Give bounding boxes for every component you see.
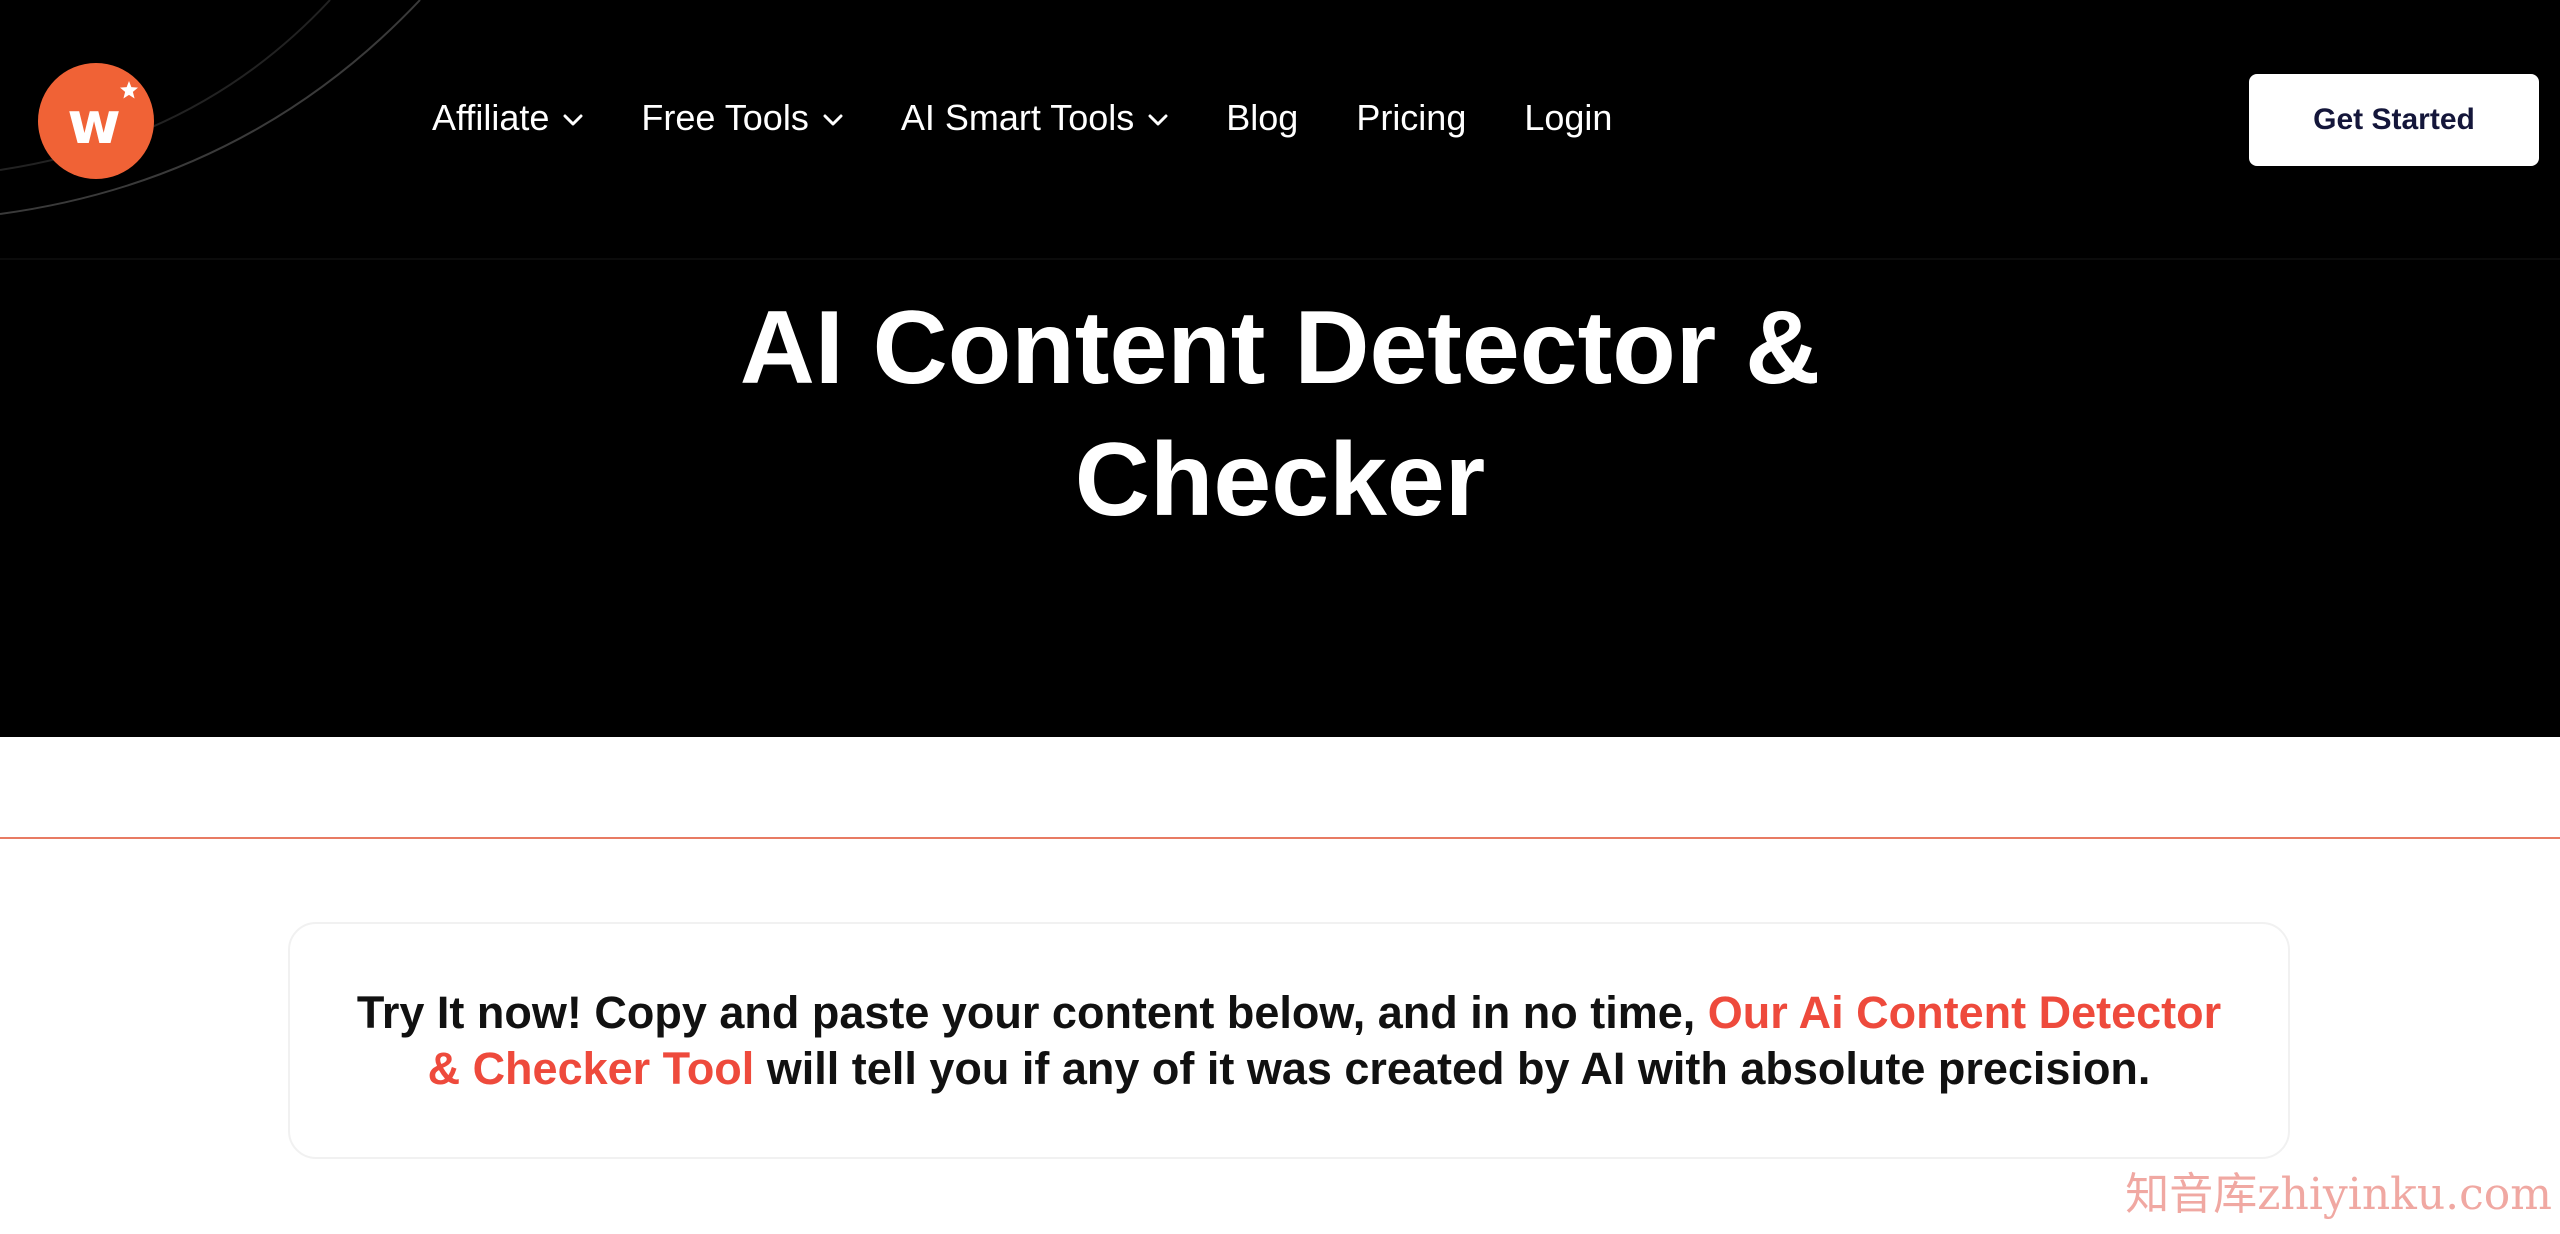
nav-item-pricing[interactable]: Pricing: [1356, 97, 1466, 139]
nav-item-label: Pricing: [1356, 97, 1467, 138]
get-started-button[interactable]: Get Started: [2249, 74, 2539, 166]
nav-item-label: Free Tools: [641, 97, 809, 138]
star-icon: [120, 81, 138, 99]
nav-item-label: Login: [1524, 97, 1613, 138]
nav-item-affiliate[interactable]: Affiliate: [432, 97, 583, 139]
chevron-down-icon: [563, 114, 583, 126]
header-divider: [0, 258, 2560, 260]
nav-item-login[interactable]: Login: [1524, 97, 1612, 139]
nav-item-label: Affiliate: [432, 97, 550, 138]
chevron-down-icon: [823, 114, 843, 126]
intro-text: Try It now! Copy and paste your content …: [336, 985, 2242, 1097]
intro-card: Try It now! Copy and paste your content …: [288, 922, 2290, 1159]
nav-item-blog[interactable]: Blog: [1226, 97, 1298, 139]
nav-item-label: AI Smart Tools: [900, 97, 1135, 138]
chevron-down-icon: [1148, 114, 1168, 126]
logo-letter: w: [67, 89, 121, 157]
page-title-line-1: AI Content Detector &: [739, 290, 1821, 406]
nav-item-label: Blog: [1226, 97, 1299, 138]
nav-item-free-tools[interactable]: Free Tools: [641, 97, 843, 139]
site-logo[interactable]: w: [38, 63, 154, 179]
intro-text-tail: will tell you if any of it was created b…: [754, 1042, 2151, 1094]
hero-section: w Affiliate Free Tools AI Smart Tools Bl…: [0, 0, 2560, 737]
intro-text-lead: Try It now! Copy and paste your content …: [356, 986, 1708, 1038]
page-title-line-2: Checker: [1074, 422, 1486, 538]
accent-divider: [0, 837, 2560, 839]
watermark: 知音库zhiyinku.com: [2125, 1169, 2552, 1220]
nav-item-ai-smart-tools[interactable]: AI Smart Tools: [901, 97, 1168, 139]
main-nav: Affiliate Free Tools AI Smart Tools Blog…: [432, 88, 1670, 148]
page-title: AI Content Detector & Checker: [560, 282, 2000, 546]
